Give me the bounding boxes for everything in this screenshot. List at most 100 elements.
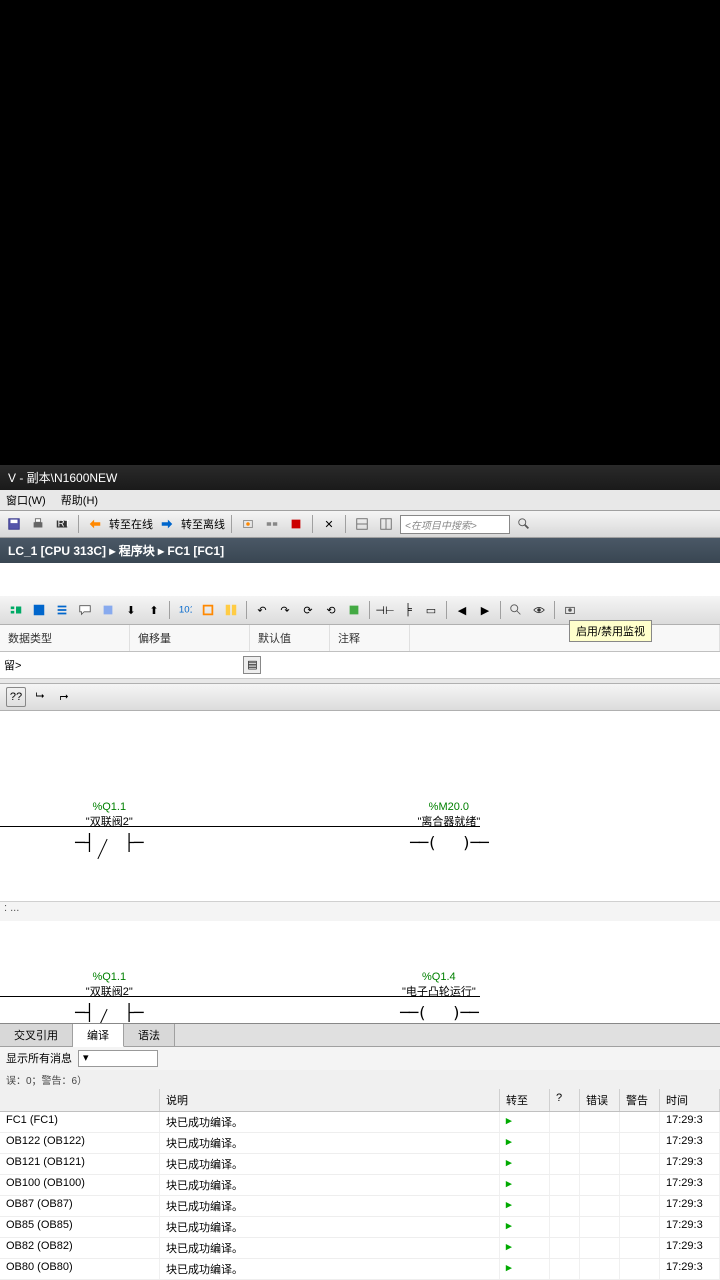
print-icon[interactable] (28, 514, 48, 534)
accessible-devices-icon[interactable] (238, 514, 258, 534)
stop-icon[interactable] (286, 514, 306, 534)
ladder-rung-2[interactable]: %Q1.1 "双联阀2" ─┤ ├─ %Q1.4 "电子凸轮运行" ──( )─… (0, 941, 720, 1023)
message-row[interactable]: FC1 (FC1)块已成功编译。▸17:29:3 (0, 1112, 720, 1133)
msg-goto-icon[interactable]: ▸ (500, 1133, 550, 1153)
col-path[interactable] (0, 1089, 160, 1111)
message-header: 说明 转至 ? 错误 警告 时间 (0, 1089, 720, 1112)
go-offline-label[interactable]: 转至离线 (181, 516, 225, 532)
snapshot-icon[interactable] (560, 600, 580, 620)
msg-q (550, 1217, 580, 1237)
list-icon[interactable] (52, 600, 72, 620)
search-icon[interactable] (514, 514, 534, 534)
box-icon[interactable] (198, 600, 218, 620)
message-row[interactable]: OB82 (OB82)块已成功编译。▸17:29:3 (0, 1238, 720, 1259)
coil-icon: ──( )── (400, 1003, 478, 1022)
layout1-icon[interactable] (352, 514, 372, 534)
insert-icon[interactable] (98, 600, 118, 620)
msg-path: OB87 (OB87) (0, 1196, 160, 1216)
contact-icon[interactable]: ⊣⊢ (375, 600, 395, 620)
col-comment[interactable]: 注释 (330, 625, 410, 651)
dropdown-icon[interactable]: ▤ (243, 656, 261, 674)
msg-goto-icon[interactable]: ▸ (500, 1175, 550, 1195)
comment-icon[interactable] (75, 600, 95, 620)
refresh-icon[interactable]: ⟳ (298, 600, 318, 620)
msg-warn (620, 1217, 660, 1237)
msg-q (550, 1175, 580, 1195)
col-q[interactable]: ? (550, 1089, 580, 1111)
go-online-icon[interactable] (85, 514, 105, 534)
ladder-rung-1[interactable]: %Q1.1 "双联阀2" ─┤ ├─ %M20.0 "离合器就绪" ──( )─… (0, 771, 720, 861)
nc-contact[interactable]: %Q1.1 "双联阀2" ─┤ ├─ (75, 971, 144, 1022)
disconnect-icon[interactable] (262, 514, 282, 534)
tab-crossref[interactable]: 交叉引用 (0, 1024, 73, 1046)
message-row[interactable]: OB100 (OB100)块已成功编译。▸17:29:3 (0, 1175, 720, 1196)
empty-box-icon[interactable]: ▭ (421, 600, 441, 620)
save-icon[interactable] (4, 514, 24, 534)
msg-goto-icon[interactable]: ▸ (500, 1217, 550, 1237)
monitor-icon[interactable] (529, 600, 549, 620)
msg-goto-icon[interactable]: ▸ (500, 1238, 550, 1258)
ladder-editor[interactable]: %Q1.1 "双联阀2" ─┤ ├─ %M20.0 "离合器就绪" ──( )─… (0, 711, 720, 1023)
msg-err (580, 1217, 620, 1237)
col-offset[interactable]: 偏移量 (130, 625, 250, 651)
msg-goto-icon[interactable]: ▸ (500, 1196, 550, 1216)
msg-warn (620, 1238, 660, 1258)
msg-goto-icon[interactable]: ▸ (500, 1259, 550, 1279)
col-datatype[interactable]: 数据类型 (0, 625, 130, 651)
window-title: V - 副本\N1600NEW (0, 465, 720, 490)
msg-goto-icon[interactable]: ▸ (500, 1112, 550, 1132)
interface-row[interactable]: 留> ▤ (0, 652, 720, 678)
col-err[interactable]: 错误 (580, 1089, 620, 1111)
lad-101-icon[interactable]: 101 (175, 600, 195, 620)
separator (78, 515, 79, 533)
message-row[interactable]: OB122 (OB122)块已成功编译。▸17:29:3 (0, 1133, 720, 1154)
separator (500, 601, 501, 619)
next-icon[interactable]: ▶ (475, 600, 495, 620)
redo-icon[interactable]: ↷ (275, 600, 295, 620)
block-interface-icon[interactable] (29, 600, 49, 620)
open-branch-icon[interactable]: ⮡ (30, 687, 50, 707)
output-coil[interactable]: %M20.0 "离合器就绪" ──( )── (410, 801, 488, 852)
msg-goto-icon[interactable]: ▸ (500, 1154, 550, 1174)
message-row[interactable]: OB121 (OB121)块已成功编译。▸17:29:3 (0, 1154, 720, 1175)
lad-box-icon[interactable]: ?? (6, 687, 26, 707)
network-view-icon[interactable] (6, 600, 26, 620)
layout2-icon[interactable] (376, 514, 396, 534)
download-icon[interactable]: ⬇ (121, 600, 141, 620)
tab-compile[interactable]: 编译 (73, 1024, 124, 1047)
menu-help[interactable]: 帮助(H) (61, 495, 98, 507)
prev-icon[interactable]: ◀ (452, 600, 472, 620)
upload-icon[interactable]: ⬆ (144, 600, 164, 620)
rt-icon[interactable]: RT (52, 514, 72, 534)
project-search-input[interactable]: <在项目中搜索> (400, 515, 510, 534)
message-row[interactable]: OB85 (OB85)块已成功编译。▸17:29:3 (0, 1217, 720, 1238)
nc-contact[interactable]: %Q1.1 "双联阀2" ─┤ ├─ (75, 801, 144, 852)
col-desc[interactable]: 说明 (160, 1089, 500, 1111)
close-icon[interactable]: ✕ (319, 514, 339, 534)
filter-dropdown[interactable]: ▾ (78, 1050, 158, 1067)
col-warn[interactable]: 警告 (620, 1089, 660, 1111)
compile-icon[interactable] (344, 600, 364, 620)
message-row[interactable]: OB80 (OB80)块已成功编译。▸17:29:3 (0, 1259, 720, 1280)
format-icon[interactable] (221, 600, 241, 620)
message-row[interactable]: OB87 (OB87)块已成功编译。▸17:29:3 (0, 1196, 720, 1217)
find-tag-icon[interactable] (506, 600, 526, 620)
msg-time: 17:29:3 (660, 1196, 720, 1216)
col-time[interactable]: 时间 (660, 1089, 720, 1111)
output-coil[interactable]: %Q1.4 "电子凸轮运行" ──( )── (400, 971, 478, 1022)
undo-icon[interactable]: ↶ (252, 600, 272, 620)
col-default[interactable]: 默认值 (250, 625, 330, 651)
msg-warn (620, 1154, 660, 1174)
msg-desc: 块已成功编译。 (160, 1175, 500, 1195)
tab-syntax[interactable]: 语法 (124, 1024, 175, 1046)
go-online-label[interactable]: 转至在线 (109, 516, 153, 532)
go-offline-icon[interactable] (157, 514, 177, 534)
separator (345, 515, 346, 533)
col-goto[interactable]: 转至 (500, 1089, 550, 1111)
rung-rail (0, 826, 480, 827)
menu-window[interactable]: 窗口(W) (6, 495, 46, 507)
close-branch-icon[interactable]: ⮣ (54, 687, 74, 707)
nc-contact-icon: ─┤ ├─ (75, 1003, 144, 1022)
branch-icon[interactable]: ╞ (398, 600, 418, 620)
sync-icon[interactable]: ⟲ (321, 600, 341, 620)
